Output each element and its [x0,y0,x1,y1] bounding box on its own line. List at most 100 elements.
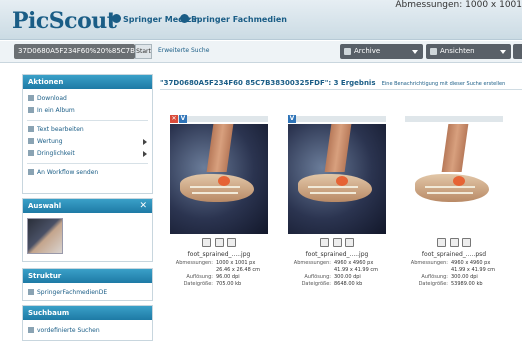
app-logo[interactable]: PicScout [12,8,117,34]
divider [27,163,148,164]
close-icon[interactable]: ✕ [139,199,147,213]
result-card[interactable]: foot_sprained_.....psd Abmessungen: 4960 … [405,116,503,288]
search-tree-item-label: vordefinierte Suchen [37,327,100,334]
meta-value: 4960 x 4960 px [451,260,491,266]
app-header: PicScout Springer Medizin Springer Fachm… [0,0,522,40]
zoom-icon[interactable] [227,238,236,247]
archive-dropdown[interactable]: Archive [340,44,423,59]
bone-shape [192,192,238,194]
file-meta: Abmessungen: 4960 x 4960 px 41.99 x 41.99… [288,260,386,288]
meta-key: Dateigröße: [301,281,331,287]
extra-toolbar-button[interactable] [513,44,522,59]
leg-shape [206,124,234,172]
leg-shape [441,124,469,172]
result-card[interactable]: V foot_sprained_.....jpg Abmessungen: 496… [288,115,386,288]
brand-label: Springer Fachmedien [191,15,287,24]
meta-key: Dateigröße: [183,281,213,287]
meta-key [170,267,216,274]
card-actions [202,238,236,247]
injury-highlight [453,176,465,186]
create-notification-link[interactable]: Eine Benachrichtigung mit dieser Suche e… [382,81,506,87]
lightbulb-icon[interactable] [320,238,329,247]
action-label: In ein Album [37,107,75,114]
meta-key [288,267,334,274]
card-flags: ✕ V [170,115,187,123]
folder-icon [28,289,34,295]
selection-panel-header: Auswahl ✕ [23,199,152,213]
zoom-icon[interactable] [462,238,471,247]
action-add-to-album[interactable]: In ein Album [23,105,152,117]
structure-item-label: SpringerFachmedienDE [37,289,108,296]
brand-link-fachmedien[interactable]: Springer Fachmedien [180,14,287,24]
flag-red-icon[interactable]: ✕ [170,115,178,123]
archive-label: Archive [354,47,381,55]
extended-search-link[interactable]: Erweiterte Suche [158,47,209,54]
flag-blue-icon[interactable]: V [288,115,296,123]
bone-shape [425,186,475,188]
action-send-workflow[interactable]: An Workflow senden [23,167,152,179]
urgency-icon [28,150,34,156]
selection-title: Auswahl [28,202,62,210]
action-label: Wertung [37,138,63,145]
zoom-icon[interactable] [345,238,354,247]
meta-value: 8648.00 kb [334,281,363,287]
action-download[interactable]: Download [23,93,152,105]
meta-key [405,267,451,274]
workflow-icon [28,169,34,175]
card-actions [320,238,354,247]
action-rating[interactable]: Wertung [23,136,152,148]
save-icon[interactable] [214,238,224,247]
lightbulb-icon[interactable] [202,238,211,247]
save-icon[interactable] [332,238,342,247]
lightbulb-icon[interactable] [437,238,446,247]
file-name[interactable]: foot_sprained_.....jpg [170,251,268,258]
search-tree-panel: Suchbaum vordefinierte Suchen [22,305,153,341]
springer-icon [112,14,121,23]
download-icon [28,95,34,101]
meta-key: Dateigröße: [418,281,448,287]
edit-icon [28,126,34,132]
views-label: Ansichten [440,47,475,55]
file-meta: Abmessungen: 1000 x 1001 px 26.46 x 26.48… [170,260,268,288]
structure-item[interactable]: SpringerFachmedienDE [23,287,152,299]
meta-value: 53989.00 kb [451,281,483,287]
action-label: Text bearbeiten [37,126,84,133]
save-icon[interactable] [449,238,459,247]
meta-value: 300.00 dpi [334,274,361,280]
start-button[interactable]: Start [135,44,152,59]
foot-shape [415,174,489,202]
file-name[interactable]: foot_sprained_.....psd [405,251,503,258]
album-icon [28,107,34,113]
search-input[interactable]: 37D0680A5F234F60%20%85C7B.. [14,44,135,59]
result-thumbnail[interactable] [288,124,386,234]
card-top-bar [405,116,503,122]
structure-panel: Struktur SpringerFachmedienDE [22,268,153,301]
search-tree-panel-header: Suchbaum [23,306,152,320]
views-icon [430,48,437,55]
divider [27,120,148,121]
selection-panel: Auswahl ✕ [22,198,153,262]
result-thumbnail[interactable] [405,124,503,234]
meta-value: 4960 x 4960 px [334,260,374,266]
file-name[interactable]: foot_sprained_.....jpg [288,251,386,258]
action-urgency[interactable]: Dringlichkeit [23,148,152,160]
bone-shape [427,192,473,194]
search-tree-item[interactable]: vordefinierte Suchen [23,325,152,337]
flag-blue-icon[interactable]: V [179,115,187,123]
meta-key: Auflösung: [421,274,448,280]
action-edit-text[interactable]: Text bearbeiten [23,124,152,136]
action-label: An Workflow senden [37,169,99,176]
bone-shape [190,186,240,188]
meta-key: Auflösung: [186,274,213,280]
injury-highlight [218,176,230,186]
chevron-down-icon [500,50,506,54]
selection-thumbnail[interactable] [27,218,63,254]
result-card[interactable]: ✕ V foot_sprained_.....jpg Abmessungen: 1… [170,115,268,288]
results-query: "37D0680A5F234F60 85C7B38300325FDF": 3 E… [160,79,376,87]
chevron-right-icon [143,151,147,157]
meta-value: 41.99 x 41.99 cm [451,267,495,273]
views-dropdown[interactable]: Ansichten [426,44,511,59]
meta-key: Abmessungen: [175,260,213,266]
result-thumbnail[interactable] [170,124,268,234]
bone-shape [308,186,358,188]
